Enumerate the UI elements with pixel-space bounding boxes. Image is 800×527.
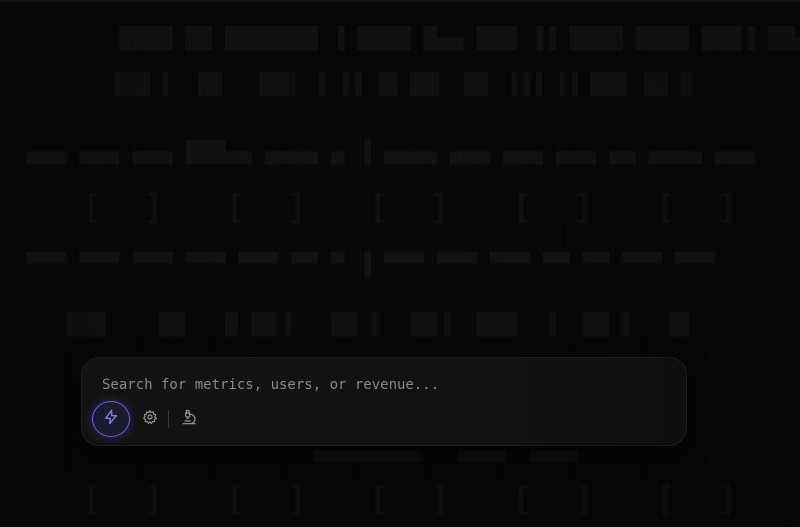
analyze-button[interactable] — [177, 407, 201, 431]
app-window: ████ ██ ███████ ▐ ████ █▄▄ ███ ▐▐ ████ █… — [0, 0, 800, 527]
settings-button[interactable] — [138, 407, 162, 431]
gear-icon — [142, 409, 158, 429]
toolbar-divider — [168, 410, 169, 428]
background-vignette — [0, 0, 800, 527]
search-panel — [81, 357, 687, 446]
microscope-icon — [181, 409, 197, 429]
quick-mode-button[interactable] — [92, 401, 130, 437]
bolt-icon — [103, 409, 119, 429]
search-input[interactable] — [102, 374, 662, 396]
search-toolbar — [92, 401, 201, 437]
